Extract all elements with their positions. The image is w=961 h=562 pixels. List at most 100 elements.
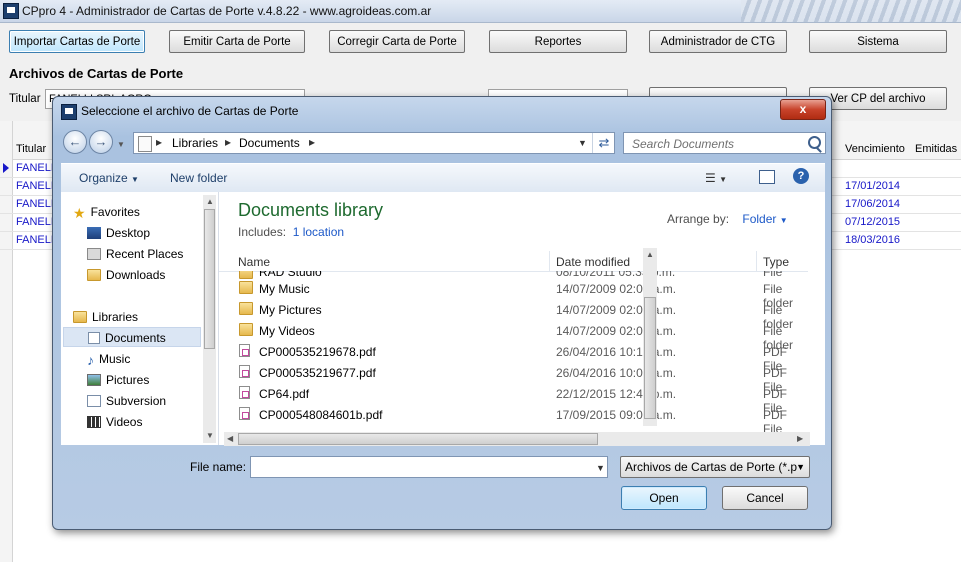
file-date: 17/09/2015 09:08 a.m. [556,408,677,422]
section-title: Archivos de Cartas de Porte [9,66,184,81]
pdf-file-icon [239,365,250,378]
col-titular[interactable]: Titular [16,143,46,155]
search-icon[interactable] [808,136,821,149]
forward-button[interactable]: → [89,130,113,154]
libraries-icon [73,311,87,323]
file-date: 14/07/2009 02:08 a.m. [556,282,677,296]
view-options-icon[interactable]: ☰ ▼ [705,171,727,185]
cell-vencimiento: 17/01/2014 [845,180,901,192]
nav-documents-label: Documents [105,331,166,345]
file-date: 26/04/2016 10:04 a.m. [556,366,677,380]
subversion-icon [87,395,101,407]
file-list-vscroll[interactable]: ▲ [643,248,657,426]
downloads-icon [87,269,101,281]
scroll-up-icon[interactable]: ▲ [206,197,214,206]
nav-documents[interactable]: Documents [63,327,201,347]
file-row[interactable]: CP000535219677.pdf 26/04/2016 10:04 a.m.… [219,362,808,394]
nav-subversion[interactable]: Subversion [87,391,166,411]
file-name-input[interactable] [250,456,608,478]
music-icon: ♪ [87,352,94,368]
app-icon [3,3,19,19]
col-date-modified[interactable]: Date modified [556,255,630,269]
col-type[interactable]: Type [763,255,789,269]
col-vencimiento[interactable]: Vencimiento [845,143,905,155]
dialog-close-button[interactable]: x [780,99,826,120]
breadcrumb-documents[interactable]: Documents [239,136,300,150]
file-row[interactable]: CP64.pdf 22/12/2015 12:49 p.m. PDF File [219,383,808,415]
file-name: CP000535219677.pdf [259,366,376,380]
nav-libraries[interactable]: Libraries [73,307,138,327]
ctg-button[interactable]: Administrador de CTG [649,30,787,53]
nav-videos[interactable]: Videos [87,412,142,432]
scroll-left-icon[interactable]: ◀ [227,434,233,443]
cell-vencimiento: 17/06/2014 [845,198,901,210]
pictures-icon [87,374,101,386]
importar-button[interactable]: Importar Cartas de Porte [9,30,145,53]
back-button[interactable]: ← [63,130,87,154]
file-row[interactable]: My Music 14/07/2009 02:08 a.m. File fold… [219,278,808,310]
cancel-button[interactable]: Cancel [722,486,808,510]
file-list-hscroll[interactable]: ◀ ▶ [224,432,810,446]
col-name[interactable]: Name [238,255,270,269]
chevron-right-icon[interactable]: ▸ [309,135,315,149]
file-row[interactable]: CP000548084601b.pdf 17/09/2015 09:08 a.m… [219,404,808,436]
search-box[interactable]: Search Documents [623,132,826,154]
nav-desktop-label: Desktop [106,226,151,240]
current-row-indicator [3,163,9,173]
scroll-down-icon[interactable]: ▼ [206,431,214,440]
file-row[interactable]: CP000535219678.pdf 26/04/2016 10:15 a.m.… [219,341,808,373]
file-type-filter[interactable]: Archivos de Cartas de Porte (*.p ▼ [620,456,810,478]
nav-scroll-thumb[interactable] [204,209,215,349]
scroll-right-icon[interactable]: ▶ [797,434,803,443]
recent-locations-icon[interactable]: ▼ [117,140,125,149]
nav-downloads-label: Downloads [106,268,166,282]
nav-pictures[interactable]: Pictures [87,370,149,390]
breadcrumb-libraries[interactable]: Libraries [172,136,218,150]
locations-link[interactable]: 1 location [293,225,344,239]
corregir-button[interactable]: Corregir Carta de Porte [329,30,465,53]
file-row[interactable]: My Pictures 14/07/2009 02:08 a.m. File f… [219,299,808,331]
search-placeholder: Search Documents [632,137,735,151]
nav-videos-label: Videos [106,415,143,429]
file-row[interactable]: My Videos 14/07/2009 02:08 a.m. File fol… [219,320,808,352]
hscroll-thumb[interactable] [238,433,598,445]
column-divider [549,251,550,271]
chevron-right-icon[interactable]: ▸ [156,135,162,149]
address-dropdown-icon[interactable]: ▼ [578,138,587,148]
folder-icon [239,281,253,294]
address-bar[interactable]: ▸ Libraries ▸ Documents ▸ ▼ [133,132,615,154]
col-emitidas[interactable]: Emitidas [915,143,957,155]
nav-pictures-label: Pictures [106,373,150,387]
documents-icon [88,332,100,344]
nav-favorites[interactable]: ★ Favorites [73,202,140,222]
reportes-button[interactable]: Reportes [489,30,627,53]
pdf-file-icon [239,344,250,357]
cell-titular: FANELL [16,234,57,246]
nav-subversion-label: Subversion [106,394,167,408]
chevron-right-icon[interactable]: ▸ [225,135,231,149]
nav-music[interactable]: ♪ Music [87,349,130,369]
organize-button[interactable]: Organize ▼ [79,171,139,185]
star-icon: ★ [73,205,86,221]
dialog-app-icon [61,104,77,120]
file-date: 22/12/2015 12:49 p.m. [556,387,677,401]
scroll-up-icon[interactable]: ▲ [646,250,654,259]
help-icon[interactable]: ? [793,168,809,184]
refresh-icon[interactable]: ⇄ [592,133,615,153]
nav-downloads[interactable]: Downloads [87,265,165,285]
nav-desktop[interactable]: Desktop [87,223,150,243]
desktop-icon [87,227,101,239]
includes-label: Includes: [238,225,287,239]
nav-scrollbar[interactable]: ▲ ▼ [203,195,216,443]
emitir-button[interactable]: Emitir Carta de Porte [169,30,305,53]
vscroll-thumb[interactable] [644,297,656,419]
preview-pane-icon[interactable] [759,170,775,184]
cell-titular: FANELL [16,198,57,210]
open-button[interactable]: Open [621,486,707,510]
sistema-button[interactable]: Sistema [809,30,947,53]
new-folder-button[interactable]: New folder [170,171,227,185]
file-name: CP000548084601b.pdf [259,408,383,422]
arrange-dropdown[interactable]: Folder ▼ [742,212,787,226]
cell-titular: FANELL [16,216,57,228]
nav-recent-places[interactable]: Recent Places [87,244,183,264]
